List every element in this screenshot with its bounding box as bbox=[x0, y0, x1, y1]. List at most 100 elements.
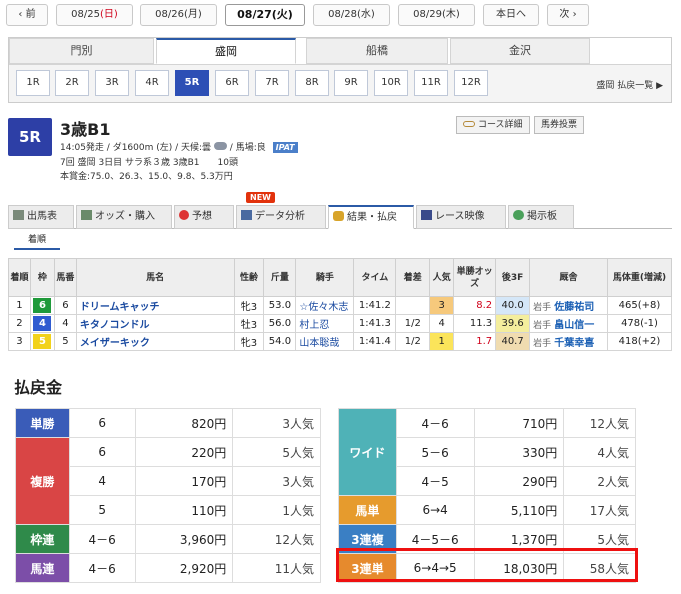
payout-yen: 710円 bbox=[473, 408, 565, 438]
tab-entries[interactable]: 出馬表 bbox=[8, 205, 74, 229]
table-row: 2 4 4 キタノコンドル 牡3 56.0 村上忍 1:41.3 1/2 4 1… bbox=[8, 314, 672, 333]
venue-tab-mombetsu[interactable]: 門別 bbox=[9, 38, 154, 64]
bet-vote-button[interactable]: 馬券投票 bbox=[534, 116, 585, 134]
race-title: 3歳B1 bbox=[60, 120, 111, 139]
venue-tab-morioka[interactable]: 盛岡 bbox=[156, 38, 296, 64]
payout-combo: 6 bbox=[68, 437, 136, 467]
bet-type-tansho: 単勝 bbox=[15, 408, 70, 438]
col-time: タイム bbox=[353, 258, 397, 297]
trainer-link[interactable]: 畠山信一 bbox=[554, 320, 594, 331]
venue-panel: 門別 盛岡 船橋 金沢 1R 2R 3R 4R 5R 6R 7R 8R 9R 1… bbox=[8, 37, 672, 103]
race-button-4r[interactable]: 4R bbox=[135, 70, 169, 96]
entries-icon bbox=[13, 210, 24, 220]
col-margin: 着差 bbox=[395, 258, 431, 297]
race-button-2r[interactable]: 2R bbox=[55, 70, 89, 96]
finish-time: 1:41.2 bbox=[353, 296, 397, 315]
col-horse-name: 馬名 bbox=[75, 258, 235, 297]
caret-right-icon: ▶ bbox=[653, 81, 663, 91]
payout-yen: 110円 bbox=[134, 495, 234, 525]
trainer-link[interactable]: 佐藤祐司 bbox=[554, 302, 594, 313]
finish-time: 1:41.3 bbox=[353, 314, 397, 333]
waku-cell: 4 bbox=[29, 314, 55, 333]
payout-popularity: 4人気 bbox=[563, 437, 636, 467]
venue-tab-kanazawa[interactable]: 金沢 bbox=[450, 38, 590, 64]
tab-prediction[interactable]: 予想 bbox=[174, 205, 234, 229]
tab-board[interactable]: 掲示板 bbox=[508, 205, 574, 229]
prev-day-button[interactable]: ‹ 前 bbox=[6, 4, 48, 26]
course-detail-button[interactable]: コース詳細 bbox=[456, 116, 530, 134]
tab-results-payout[interactable]: 結果・払戻 bbox=[328, 205, 414, 229]
date-0826[interactable]: 08/26(月) bbox=[140, 4, 217, 26]
result-header-row: 着順 枠 馬番 馬名 性齢 斤量 騎手 タイム 着差 人気 単勝オッズ 後3F … bbox=[8, 258, 672, 297]
umaban: 5 bbox=[53, 332, 77, 351]
date-0825[interactable]: 08/25(日) bbox=[56, 4, 133, 26]
race-button-7r[interactable]: 7R bbox=[255, 70, 289, 96]
weight-carried: 56.0 bbox=[263, 314, 297, 333]
payout-yen: 820円 bbox=[134, 408, 234, 438]
race-button-11r[interactable]: 11R bbox=[414, 70, 448, 96]
chat-bubble-icon bbox=[513, 210, 524, 220]
waku-badge: 6 bbox=[33, 298, 52, 313]
payout-yen: 290円 bbox=[473, 466, 565, 496]
waku-cell: 5 bbox=[29, 332, 55, 351]
horse-name-link[interactable]: ドリームキャッチ bbox=[75, 296, 235, 315]
venue-tab-funabashi[interactable]: 船橋 bbox=[306, 38, 448, 64]
payout-popularity: 3人気 bbox=[232, 408, 321, 438]
target-icon bbox=[179, 210, 189, 220]
payout-row: 馬単 6→4 5,110円 17人気 bbox=[338, 495, 636, 525]
payout-combo: 4－6 bbox=[68, 553, 136, 583]
waku-badge: 4 bbox=[33, 316, 52, 331]
payout-popularity: 1人気 bbox=[232, 495, 321, 525]
payout-row: ワイド 4－6 710円 12人気 bbox=[338, 408, 636, 496]
payout-yen: 3,960円 bbox=[134, 524, 234, 554]
race-selector: 1R 2R 3R 4R 5R 6R 7R 8R 9R 10R 11R 12R 盛… bbox=[9, 64, 671, 102]
race-button-5r[interactable]: 5R bbox=[175, 70, 209, 96]
trainer-link[interactable]: 千葉幸喜 bbox=[554, 338, 594, 349]
payout-row: 単勝 6 820円 3人気 bbox=[15, 408, 321, 438]
col-last3f: 後3F bbox=[495, 258, 531, 297]
jockey-link[interactable]: ☆佐々木志 bbox=[295, 296, 355, 315]
race-button-3r[interactable]: 3R bbox=[95, 70, 129, 96]
race-button-12r[interactable]: 12R bbox=[454, 70, 488, 96]
new-badge: NEW bbox=[246, 192, 275, 203]
horse-name-link[interactable]: キタノコンドル bbox=[75, 314, 235, 333]
date-nav: ‹ 前 08/25(日) 08/26(月) 08/27(火) 08/28(水) … bbox=[0, 0, 681, 30]
date-0829[interactable]: 08/29(木) bbox=[398, 4, 475, 26]
date-0827-selected[interactable]: 08/27(火) bbox=[225, 4, 305, 26]
race-button-9r[interactable]: 9R bbox=[334, 70, 368, 96]
sex-age: 牡3 bbox=[233, 314, 265, 333]
payout-popularity: 2人気 bbox=[563, 466, 636, 496]
date-0828[interactable]: 08/28(水) bbox=[313, 4, 390, 26]
horse-name-link[interactable]: メイザーキック bbox=[75, 332, 235, 351]
tab-data-analysis[interactable]: データ分析 bbox=[236, 205, 326, 229]
payout-list-link[interactable]: 盛岡 払戻一覧 ▶ bbox=[596, 78, 663, 91]
subtab-finish-order[interactable]: 着順 bbox=[14, 232, 60, 250]
payout-combo: 6 bbox=[68, 408, 136, 438]
body-weight: 478(-1) bbox=[607, 314, 672, 333]
race-button-1r[interactable]: 1R bbox=[16, 70, 50, 96]
today-button[interactable]: 本日へ bbox=[483, 4, 539, 26]
table-row: 3 5 5 メイザーキック 牝3 54.0 山本聡哉 1:41.4 1/2 1 … bbox=[8, 332, 672, 351]
payout-combo: 4－5 bbox=[395, 466, 475, 496]
race-button-10r[interactable]: 10R bbox=[374, 70, 408, 96]
waku-badge: 5 bbox=[33, 334, 52, 349]
umaban: 4 bbox=[53, 314, 77, 333]
payout-popularity: 5人気 bbox=[232, 437, 321, 467]
tab-race-video[interactable]: レース映像 bbox=[416, 205, 506, 229]
payout-row: 複勝 6 220円 5人気 bbox=[15, 437, 321, 525]
tab-odds[interactable]: オッズ・購入 bbox=[76, 205, 172, 229]
payout-table-left: 単勝 6 820円 3人気 複勝 6 220円 5人気 4 170円 3人気 5… bbox=[15, 408, 321, 583]
next-day-button[interactable]: 次 › bbox=[547, 4, 589, 26]
odds-chart-icon bbox=[81, 210, 92, 220]
payout-popularity: 12人気 bbox=[563, 408, 636, 438]
win-odds: 1.7 bbox=[453, 332, 497, 351]
payout-yen: 5,110円 bbox=[473, 495, 565, 525]
jockey-link[interactable]: 山本聡哉 bbox=[295, 332, 355, 351]
finish-time: 1:41.4 bbox=[353, 332, 397, 351]
rank: 1 bbox=[8, 296, 31, 315]
jockey-link[interactable]: 村上忍 bbox=[295, 314, 355, 333]
race-button-8r[interactable]: 8R bbox=[295, 70, 329, 96]
stable-cell: 岩手 畠山信一 bbox=[529, 314, 608, 333]
race-button-6r[interactable]: 6R bbox=[215, 70, 249, 96]
race-info-line1: 14:05発走 / ダ1600m (左) / 天候:曇 / 馬場:良 IPAT bbox=[60, 140, 298, 153]
